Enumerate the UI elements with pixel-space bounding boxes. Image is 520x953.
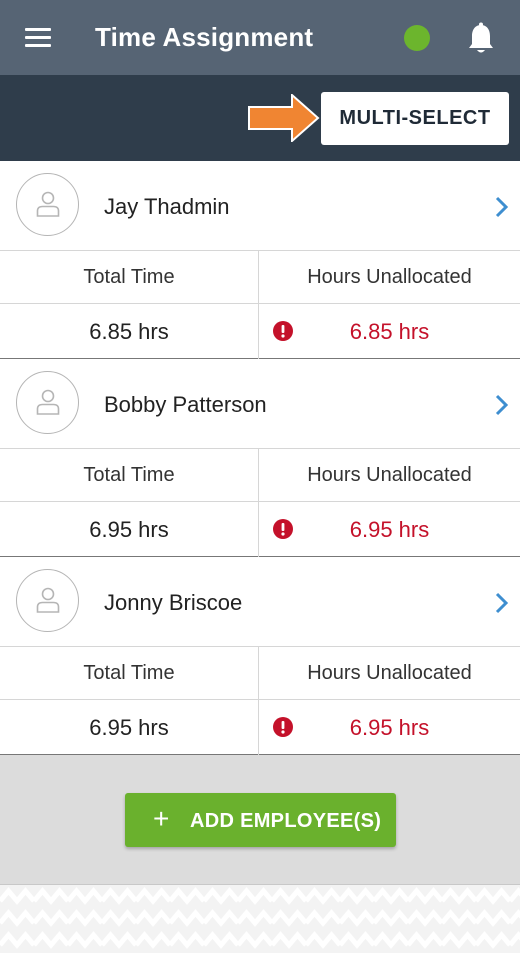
person-icon — [36, 191, 60, 217]
employee-card: Bobby Patterson Total Time Hours Unalloc… — [0, 359, 520, 557]
time-values: 6.85 hrs 6.85 hrs — [0, 304, 520, 359]
avatar — [16, 569, 79, 632]
chevron-right-icon[interactable] — [494, 196, 510, 218]
person-icon — [36, 389, 60, 415]
unallocated-value: 6.85 hrs — [349, 318, 430, 344]
total-time-header: Total Time — [83, 661, 175, 684]
app-header: Time Assignment — [0, 0, 520, 75]
decorative-pattern — [0, 885, 520, 953]
arrow-right-icon — [248, 94, 320, 142]
multi-select-button[interactable]: MULTI-SELECT — [321, 92, 509, 145]
status-indicator — [404, 25, 430, 51]
time-values: 6.95 hrs 6.95 hrs — [0, 502, 520, 557]
chevron-right-icon[interactable] — [494, 592, 510, 614]
unallocated-value: 6.95 hrs — [349, 714, 430, 740]
total-time-header: Total Time — [83, 265, 175, 288]
hours-unallocated-header: Hours Unallocated — [307, 265, 472, 288]
total-time-value: 6.95 hrs — [89, 714, 169, 740]
employee-name: Jonny Briscoe — [104, 590, 243, 615]
employee-card: Jay Thadmin Total Time Hours Unallocated… — [0, 161, 520, 359]
employee-row[interactable]: Jay Thadmin — [0, 161, 520, 251]
total-time-header: Total Time — [83, 463, 175, 486]
unallocated-value: 6.95 hrs — [349, 516, 430, 542]
footer-actions: + ADD EMPLOYEE(S) — [0, 755, 520, 885]
hours-unallocated-header: Hours Unallocated — [307, 463, 472, 486]
avatar — [16, 371, 79, 434]
plus-icon: + — [153, 803, 170, 834]
employee-list: Jay Thadmin Total Time Hours Unallocated… — [0, 161, 520, 755]
employee-name: Jay Thadmin — [104, 194, 230, 219]
employee-row[interactable]: Jonny Briscoe — [0, 557, 520, 647]
employee-name: Bobby Patterson — [104, 392, 267, 417]
column-headers: Total Time Hours Unallocated — [0, 647, 520, 700]
add-employees-button[interactable]: + ADD EMPLOYEE(S) — [125, 793, 396, 847]
total-time-value: 6.85 hrs — [89, 318, 169, 344]
employee-row[interactable]: Bobby Patterson — [0, 359, 520, 449]
zigzag-pattern — [0, 885, 520, 953]
person-icon — [36, 587, 60, 613]
menu-icon[interactable] — [25, 28, 51, 48]
bell-icon[interactable] — [466, 22, 496, 56]
time-values: 6.95 hrs 6.95 hrs — [0, 700, 520, 755]
column-headers: Total Time Hours Unallocated — [0, 251, 520, 304]
hours-unallocated-header: Hours Unallocated — [307, 661, 472, 684]
chevron-right-icon[interactable] — [494, 394, 510, 416]
avatar — [16, 173, 79, 236]
page-title: Time Assignment — [95, 22, 314, 52]
add-employees-label: ADD EMPLOYEE(S) — [190, 810, 382, 832]
employee-card: Jonny Briscoe Total Time Hours Unallocat… — [0, 557, 520, 755]
column-headers: Total Time Hours Unallocated — [0, 449, 520, 502]
total-time-value: 6.95 hrs — [89, 516, 169, 542]
